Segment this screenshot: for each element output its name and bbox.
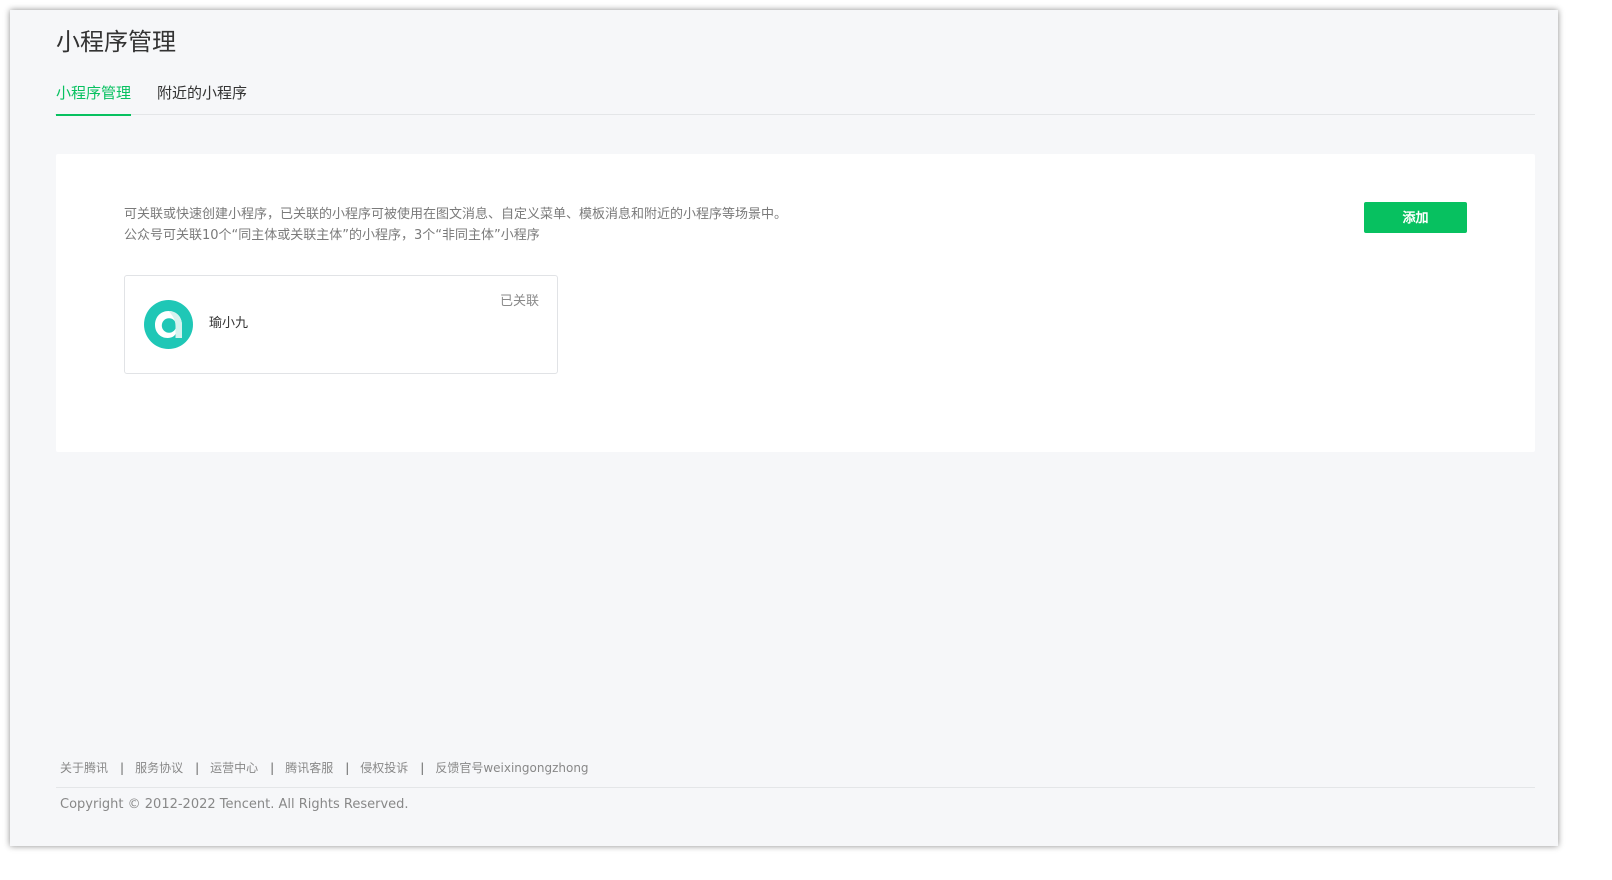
description-line-2: 公众号可关联10个“同主体或关联主体”的小程序，3个“非同主体”小程序 bbox=[124, 228, 540, 243]
add-button[interactable]: 添加 bbox=[1364, 202, 1467, 233]
copyright-text: Copyright © 2012-2022 Tencent. All Right… bbox=[60, 797, 409, 812]
tab-bar: 小程序管理 附近的小程序 bbox=[55, 80, 1535, 116]
mini-program-card[interactable]: 瑜小九 已关联 bbox=[124, 275, 558, 374]
mini-program-panel: 可关联或快速创建小程序，已关联的小程序可被使用在图文消息、自定义菜单、模板消息和… bbox=[56, 154, 1535, 452]
footer-links: 关于腾讯 | 服务协议 | 运营中心 | 腾讯客服 | 侵权投诉 | 反馈官号weixingongz… bbox=[60, 760, 589, 776]
footer-separator: | bbox=[195, 761, 200, 775]
footer-link-infringement-complaint[interactable]: 侵权投诉 bbox=[360, 761, 408, 775]
footer-separator: | bbox=[120, 761, 125, 775]
panel-description: 可关联或快速创建小程序，已关联的小程序可被使用在图文消息、自定义菜单、模板消息和… bbox=[124, 204, 787, 246]
footer-link-feedback-account[interactable]: 反馈官号weixingongzhong bbox=[435, 761, 588, 775]
tab-mini-program-management[interactable]: 小程序管理 bbox=[56, 80, 132, 116]
footer-divider bbox=[56, 787, 1535, 788]
page-title: 小程序管理 bbox=[56, 28, 176, 56]
link-status-badge: 已关联 bbox=[499, 294, 539, 309]
footer-separator: | bbox=[420, 761, 425, 775]
footer-separator: | bbox=[345, 761, 350, 775]
app-logo-icon bbox=[144, 300, 193, 349]
app-window: 小程序管理 小程序管理 附近的小程序 可关联或快速创建小程序，已关联的小程序可被… bbox=[10, 10, 1558, 846]
description-line-1: 可关联或快速创建小程序，已关联的小程序可被使用在图文消息、自定义菜单、模板消息和… bbox=[124, 207, 788, 222]
footer-link-operations-center[interactable]: 运营中心 bbox=[210, 761, 258, 775]
footer-link-about-tencent[interactable]: 关于腾讯 bbox=[60, 761, 108, 775]
tab-nearby-mini-programs[interactable]: 附近的小程序 bbox=[157, 80, 247, 114]
mini-program-name: 瑜小九 bbox=[209, 316, 249, 331]
footer-link-customer-service[interactable]: 腾讯客服 bbox=[285, 761, 333, 775]
footer-separator: | bbox=[270, 761, 275, 775]
footer-link-service-agreement[interactable]: 服务协议 bbox=[135, 761, 183, 775]
